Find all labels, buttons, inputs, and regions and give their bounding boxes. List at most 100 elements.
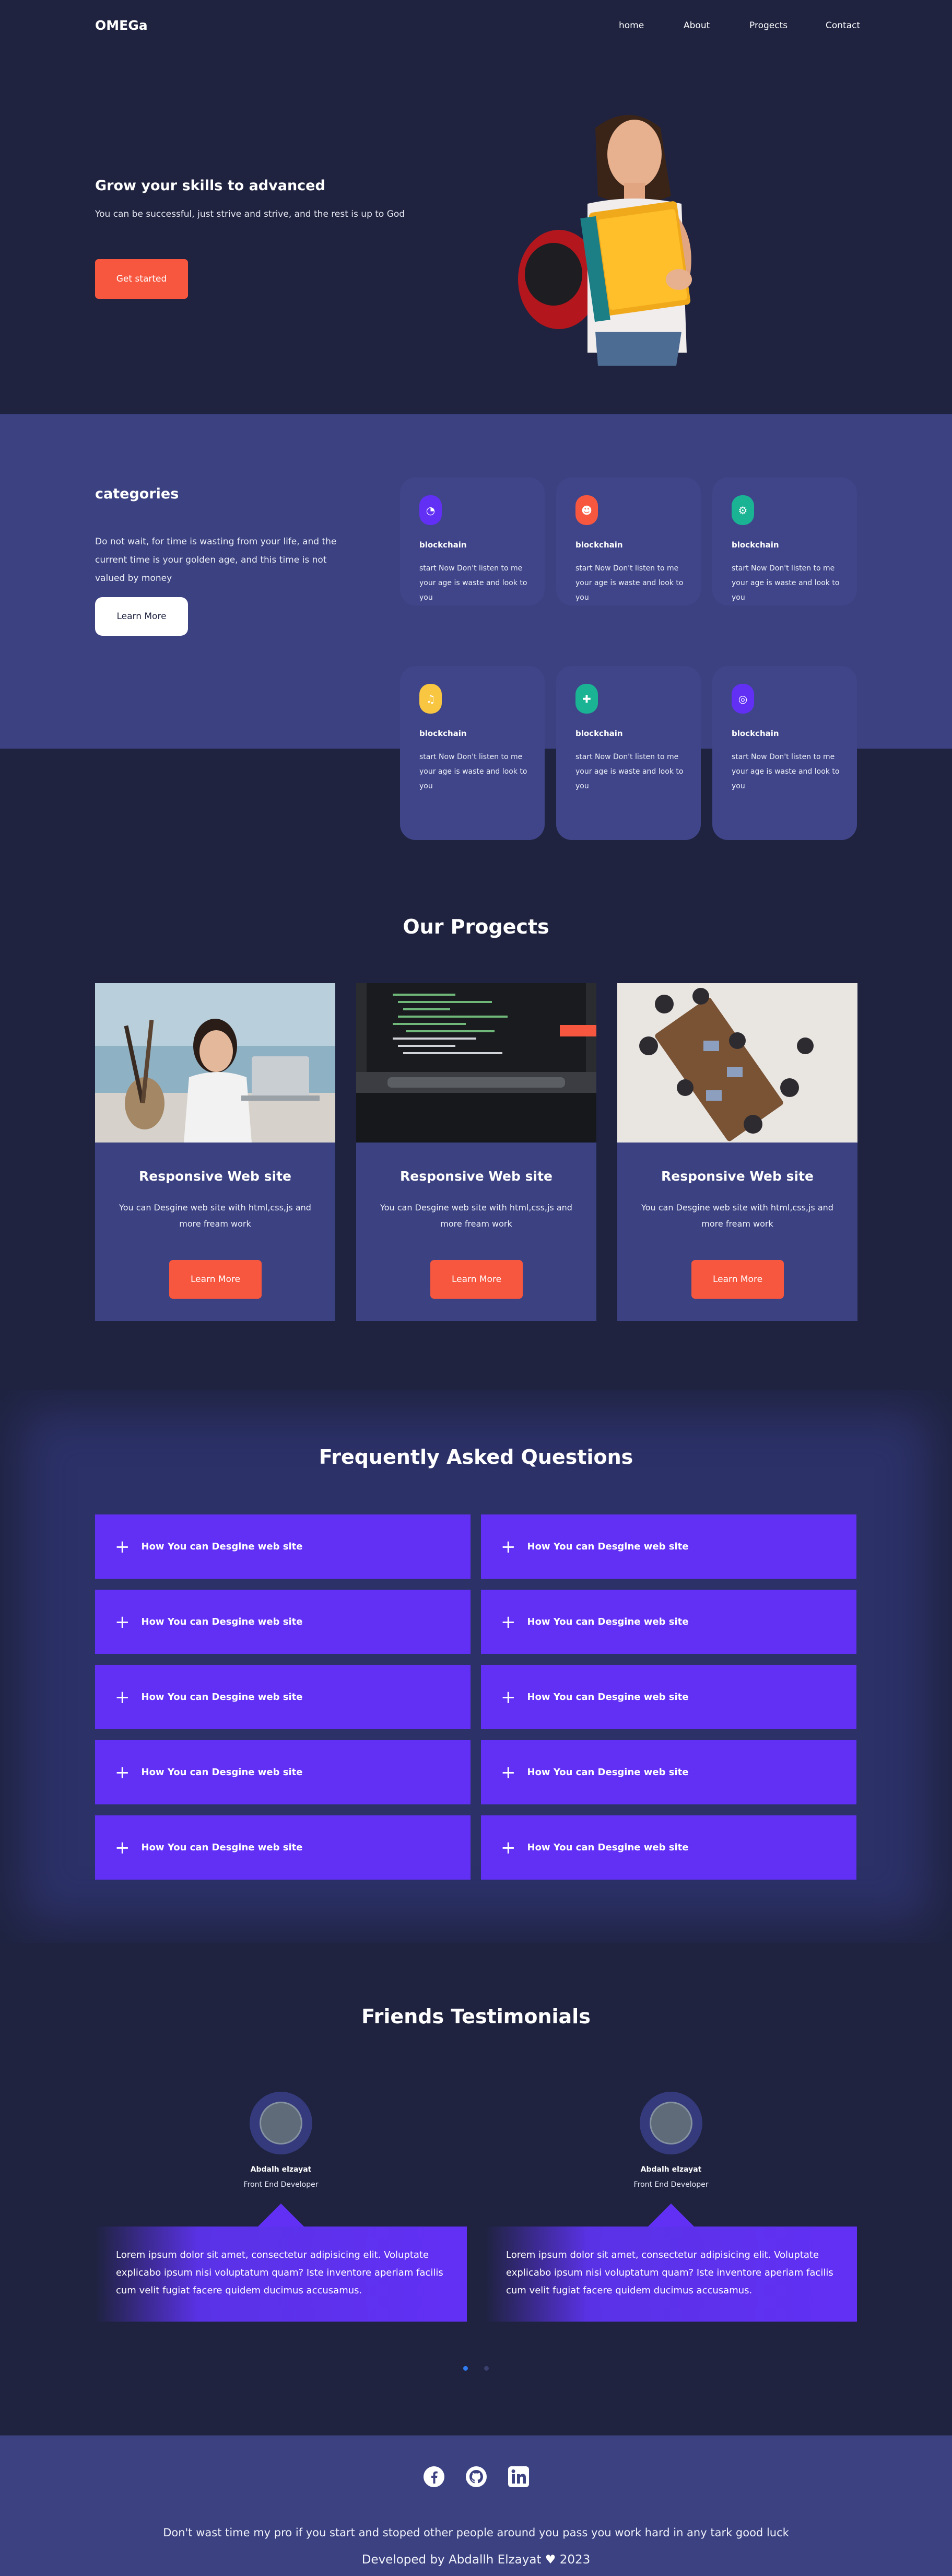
avatar <box>250 2092 312 2154</box>
category-card-desc: start Now Don't listen to me your age is… <box>732 753 840 790</box>
category-card-title: blockchain <box>575 540 623 550</box>
project-card: Responsive Web site You can Desgine web … <box>356 983 596 1321</box>
github-icon[interactable] <box>465 2466 487 2488</box>
footer-year: 2023 <box>559 2553 591 2567</box>
plus-icon: + <box>501 1536 516 1557</box>
faq-question: How You can Desgine web site <box>141 1842 303 1853</box>
category-card-title: blockchain <box>575 729 623 738</box>
brand-logo[interactable]: OMEGa <box>95 18 148 33</box>
category-card-desc: start Now Don't listen to me your age is… <box>419 564 527 602</box>
project-learn-more-button[interactable]: Learn More <box>430 1260 523 1299</box>
testimonial-pointer <box>648 2204 695 2227</box>
plus-icon: + <box>501 1611 516 1633</box>
avatar <box>640 2092 702 2154</box>
project-card: Responsive Web site You can Desgine web … <box>617 983 857 1321</box>
category-card-title: blockchain <box>419 729 467 738</box>
testimonial-text: Lorem ipsum dolor sit amet, consectetur … <box>485 2227 857 2322</box>
nav-link-contact[interactable]: Contact <box>826 20 860 31</box>
nav-link-home[interactable]: home <box>619 20 644 31</box>
projects-heading: Our Progects <box>403 915 549 938</box>
gear-icon: ⚙ <box>732 495 754 525</box>
project-title: Responsive Web site <box>139 1169 291 1184</box>
faq-question: How You can Desgine web site <box>141 1692 303 1703</box>
category-card[interactable]: ☻ blockchain start Now Don't listen to m… <box>556 477 701 605</box>
testimonial-role: Front End Developer <box>243 2181 319 2189</box>
category-card-desc: start Now Don't listen to me your age is… <box>575 753 684 790</box>
target-icon: ◎ <box>732 684 754 714</box>
project-desc: You can Desgine web site with html,css,j… <box>380 1203 572 1229</box>
category-card[interactable]: ◎ blockchain start Now Don't listen to m… <box>712 666 857 840</box>
testimonial-name: Abdalh elzayat <box>640 2165 702 2174</box>
testimonial-name: Abdalh elzayat <box>250 2165 312 2174</box>
category-card[interactable]: ◔ blockchain start Now Don't listen to m… <box>400 477 545 605</box>
categories-learn-more-button[interactable]: Learn More <box>95 597 188 636</box>
hero-student-image <box>518 115 692 366</box>
project-title: Responsive Web site <box>661 1169 814 1184</box>
testimonial-role: Front End Developer <box>633 2181 709 2189</box>
plus-icon: + <box>501 1762 516 1783</box>
faq-question: How You can Desgine web site <box>141 1767 303 1778</box>
testimonials-heading: Friends Testimonials <box>361 2005 591 2028</box>
faq-item[interactable]: + How You can Desgine web site <box>481 1514 856 1579</box>
category-card-desc: start Now Don't listen to me your age is… <box>575 564 684 602</box>
plus-icon: + <box>115 1686 130 1708</box>
faq-heading: Frequently Asked Questions <box>319 1446 633 1468</box>
category-card-title: blockchain <box>732 729 779 738</box>
faq-item[interactable]: + How You can Desgine web site <box>95 1740 471 1804</box>
faq-question: How You can Desgine web site <box>527 1842 689 1853</box>
get-started-button[interactable]: Get started <box>95 259 188 299</box>
faq-item[interactable]: + How You can Desgine web site <box>95 1665 471 1729</box>
category-card-desc: start Now Don't listen to me your age is… <box>732 564 840 602</box>
project-image-laptop-code <box>356 983 596 1143</box>
faq-item[interactable]: + How You can Desgine web site <box>95 1815 471 1880</box>
category-card[interactable]: ✚ blockchain start Now Don't listen to m… <box>556 666 701 840</box>
categories-text: Do not wait, for time is wasting from yo… <box>95 537 337 584</box>
faq-question: How You can Desgine web site <box>527 1541 689 1552</box>
nav-link-about[interactable]: About <box>684 20 710 31</box>
project-image-team-meeting <box>617 983 857 1143</box>
hero-subtitle: You can be successful, just strive and s… <box>95 209 405 219</box>
plus-icon: + <box>115 1837 130 1858</box>
testimonial-text: Lorem ipsum dolor sit amet, consectetur … <box>95 2227 467 2322</box>
hero-title: Grow your skills to advanced <box>95 178 325 194</box>
project-desc: You can Desgine web site with html,css,j… <box>641 1203 833 1229</box>
carousel-dot[interactable] <box>484 2366 489 2371</box>
faq-question: How You can Desgine web site <box>141 1541 303 1552</box>
project-title: Responsive Web site <box>400 1169 553 1184</box>
pie-chart-icon: ◔ <box>419 495 442 525</box>
faq-question: How You can Desgine web site <box>527 1692 689 1703</box>
category-card[interactable]: ⚙ blockchain start Now Don't listen to m… <box>712 477 857 605</box>
heart-icon: ♥ <box>545 2553 556 2567</box>
footer-credit: Developed by Abdallh Elzayat ♥ 2023 <box>0 2553 952 2567</box>
faq-item[interactable]: + How You can Desgine web site <box>481 1590 856 1654</box>
project-card: Responsive Web site You can Desgine web … <box>95 983 335 1321</box>
plus-icon: + <box>115 1762 130 1783</box>
nav-link-projects[interactable]: Progects <box>749 20 788 31</box>
music-icon: ♫ <box>419 684 442 714</box>
plus-icon: + <box>501 1837 516 1858</box>
faq-item[interactable]: + How You can Desgine web site <box>481 1665 856 1729</box>
faq-item[interactable]: + How You can Desgine web site <box>481 1740 856 1804</box>
faq-item[interactable]: + How You can Desgine web site <box>95 1590 471 1654</box>
faq-item[interactable]: + How You can Desgine web site <box>481 1815 856 1880</box>
testimonial-pointer <box>257 2204 304 2227</box>
plus-icon: + <box>501 1686 516 1708</box>
category-card-title: blockchain <box>419 540 467 550</box>
plus-icon: + <box>115 1536 130 1557</box>
project-learn-more-button[interactable]: Learn More <box>169 1260 262 1299</box>
project-image-office <box>95 983 335 1143</box>
footer-text: Don't wast time my pro if you start and … <box>163 2526 789 2539</box>
faq-item[interactable]: + How You can Desgine web site <box>95 1514 471 1579</box>
faq-question: How You can Desgine web site <box>141 1616 303 1627</box>
linkedin-icon[interactable] <box>508 2466 530 2488</box>
project-learn-more-button[interactable]: Learn More <box>691 1260 784 1299</box>
category-card[interactable]: ♫ blockchain start Now Don't listen to m… <box>400 666 545 840</box>
footer-developer: Developed by Abdallh Elzayat <box>361 2553 542 2567</box>
carousel-dot-active[interactable] <box>463 2366 468 2371</box>
facebook-icon[interactable] <box>423 2466 445 2488</box>
faq-question: How You can Desgine web site <box>527 1616 689 1627</box>
puzzle-icon: ✚ <box>575 684 598 714</box>
category-card-desc: start Now Don't listen to me your age is… <box>419 753 527 790</box>
category-card-title: blockchain <box>732 540 779 550</box>
project-desc: You can Desgine web site with html,css,j… <box>119 1203 311 1229</box>
